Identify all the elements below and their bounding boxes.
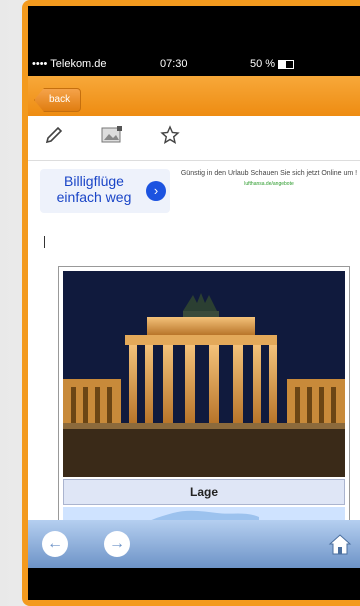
arrow-right-icon[interactable]: → <box>104 531 130 557</box>
carrier-label: •••• Telekom.de <box>32 58 107 70</box>
ad-box[interactable]: Billigflüge einfach weg › <box>40 169 170 213</box>
image-card: Lage <box>58 266 350 520</box>
phone-screen: •••• Telekom.de 07:30 50 % back Billigfl… <box>28 6 360 600</box>
ad-source: lufthansa.de/angebote <box>244 181 294 187</box>
clock: 07:30 <box>160 58 188 70</box>
status-bar: •••• Telekom.de 07:30 50 % <box>28 54 360 74</box>
pencil-icon[interactable] <box>44 125 64 151</box>
star-icon[interactable] <box>160 125 180 151</box>
map-preview <box>63 507 345 520</box>
brandenburg-gate-photo <box>63 271 345 477</box>
navigation-bar: back <box>28 76 360 116</box>
phone-frame: •••• Telekom.de 07:30 50 % back Billigfl… <box>22 0 360 606</box>
ad-banner[interactable]: Billigflüge einfach weg › Günstig in den… <box>28 161 360 227</box>
section-caption: Lage <box>63 479 345 505</box>
ad-title[interactable]: Billigflüge einfach weg <box>44 173 144 205</box>
ad-text[interactable]: Günstig in den Urlaub Schauen Sie sich j… <box>178 169 360 189</box>
image-icon[interactable] <box>100 125 124 151</box>
battery-percent: 50 % <box>250 58 276 70</box>
page-content: Billigflüge einfach weg › Günstig in den… <box>28 116 360 520</box>
arrow-left-icon[interactable]: ← <box>42 531 68 557</box>
home-icon[interactable] <box>326 530 354 558</box>
chevron-right-icon[interactable]: › <box>146 181 166 201</box>
bottom-toolbar: ← → <box>28 520 360 568</box>
text-cursor <box>44 236 45 248</box>
ad-description: Günstig in den Urlaub Schauen Sie sich j… <box>180 170 358 177</box>
battery-icon <box>278 59 295 69</box>
back-button[interactable]: back <box>34 88 82 112</box>
editor-toolbar <box>28 116 360 161</box>
battery-status: 50 % <box>250 58 295 70</box>
